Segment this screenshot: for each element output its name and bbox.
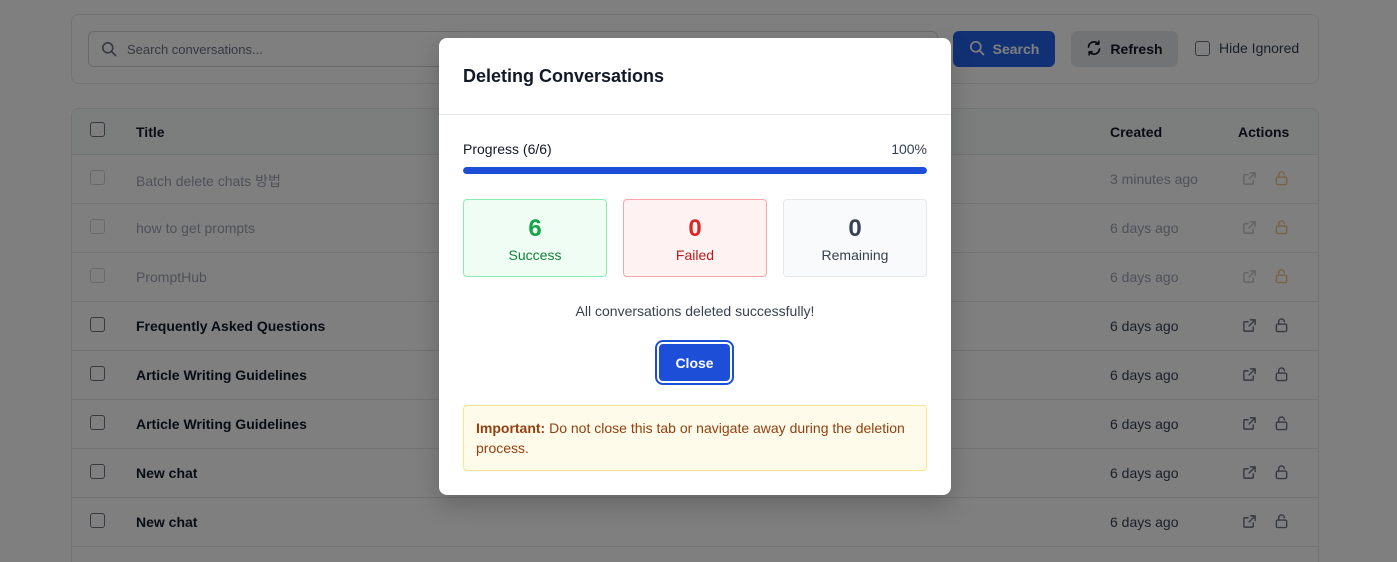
modal-title: Deleting Conversations	[463, 66, 665, 86]
failed-label: Failed	[675, 247, 715, 263]
remaining-label: Remaining	[821, 247, 889, 263]
success-stat: 6 Success	[463, 199, 607, 277]
completion-message: All conversations deleted successfully!	[575, 303, 815, 319]
failed-count: 0	[688, 215, 702, 242]
delete-progress-modal: Deleting Conversations Progress (6/6) 10…	[439, 38, 951, 495]
progress-percent: 100%	[891, 141, 927, 157]
failed-stat: 0 Failed	[623, 199, 767, 277]
warning-strong: Important:	[476, 420, 546, 436]
remaining-count: 0	[848, 215, 862, 242]
remaining-stat: 0 Remaining	[783, 199, 927, 277]
success-label: Success	[508, 247, 562, 263]
progress-bar-fill	[463, 167, 927, 174]
close-button[interactable]: Close	[657, 342, 732, 383]
modal-header: Deleting Conversations	[439, 38, 951, 115]
progress-bar	[463, 167, 927, 174]
progress-label: Progress (6/6)	[463, 141, 552, 157]
success-count: 6	[528, 215, 542, 242]
warning-notice: Important: Do not close this tab or navi…	[463, 405, 927, 471]
